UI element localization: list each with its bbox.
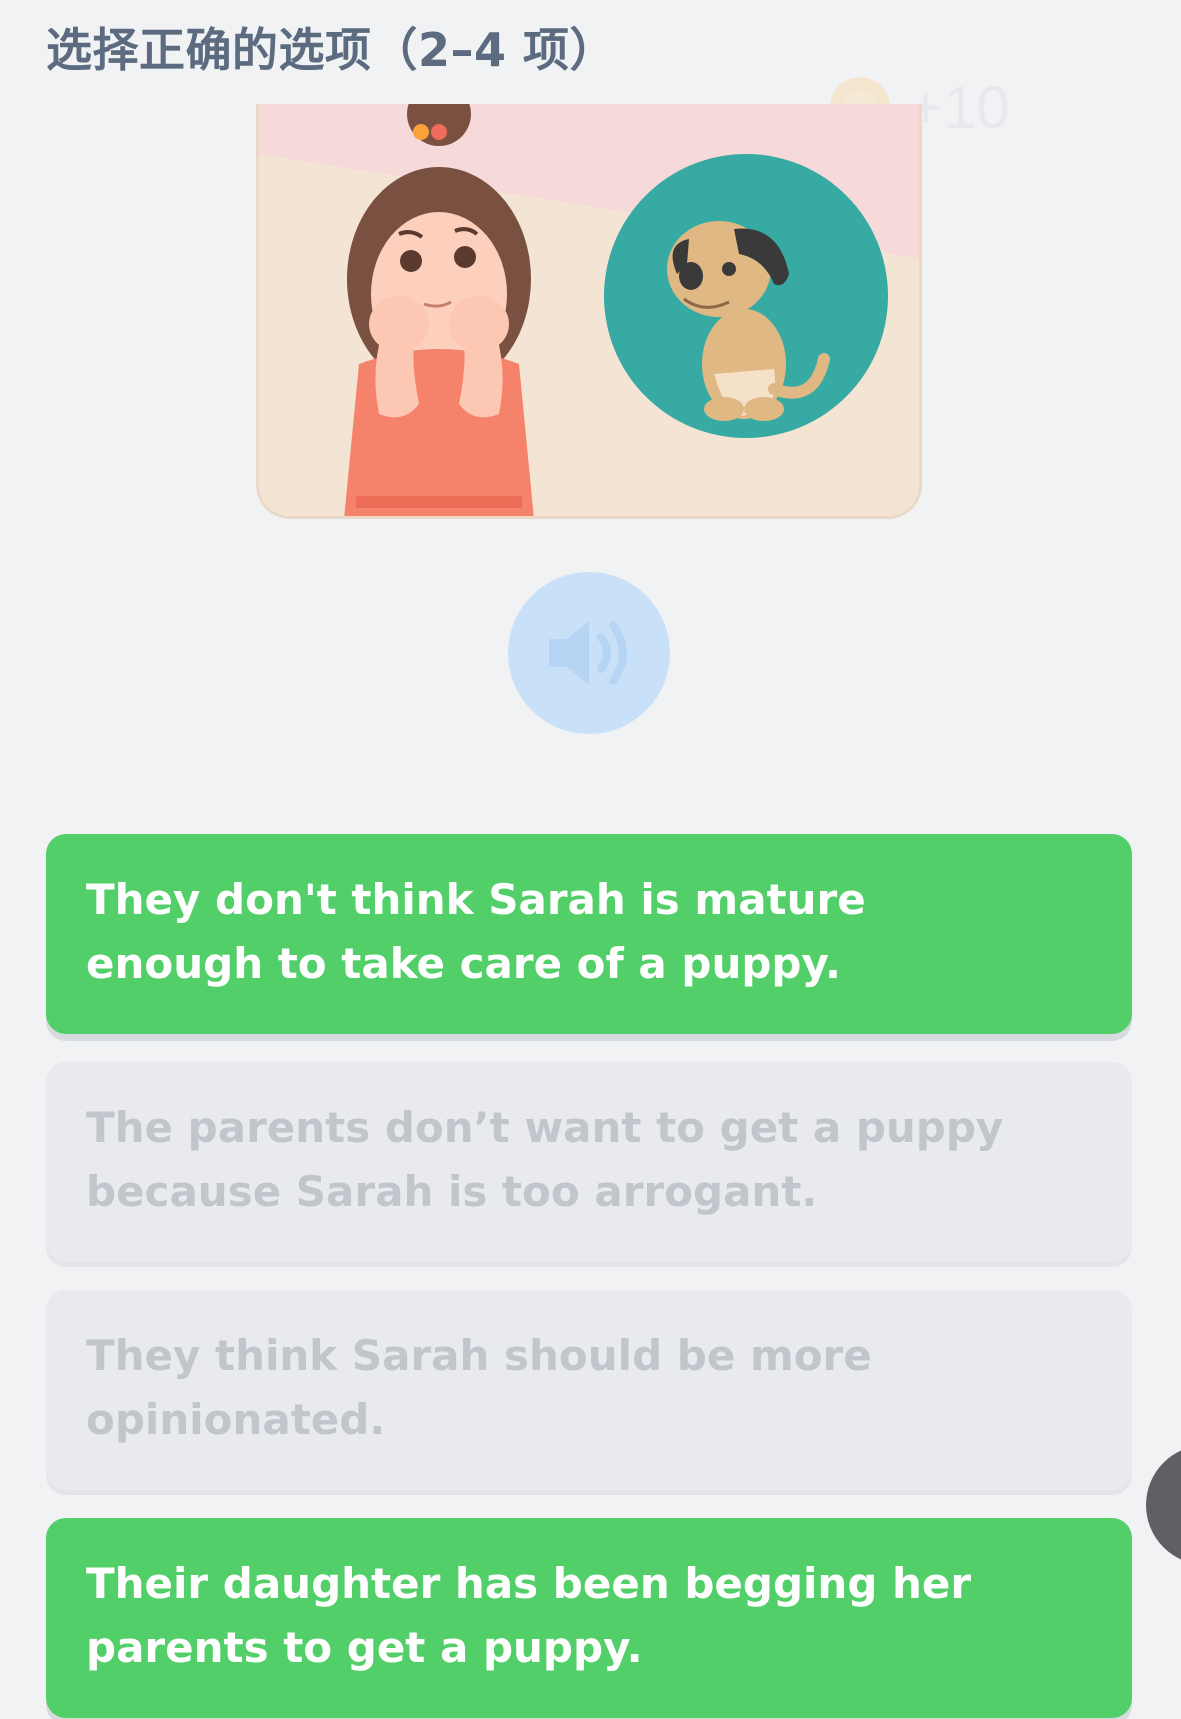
quiz-screen: 选择正确的选项（2–4 项） +10 They don't think Sara… <box>0 0 1181 1719</box>
answer-option-3[interactable]: They think Sarah should be more opiniona… <box>46 1290 1132 1490</box>
reward-points: +10 <box>908 73 1010 141</box>
play-audio-button[interactable] <box>508 572 670 734</box>
speaker-icon <box>549 621 627 685</box>
answer-option-text: They think Sarah should be more opiniona… <box>86 1331 872 1444</box>
answer-option-text: They don't think Sarah is mature enough … <box>86 875 866 988</box>
answer-option-text: Their daughter has been begging her pare… <box>86 1559 972 1672</box>
answer-option-1[interactable]: They don't think Sarah is mature enough … <box>46 834 1132 1034</box>
question-instruction: 选择正确的选项（2–4 项） <box>46 23 617 77</box>
answer-option-4[interactable]: Their daughter has been begging her pare… <box>46 1518 1132 1718</box>
answer-option-2[interactable]: The parents don’t want to get a puppy be… <box>46 1062 1132 1262</box>
girl-and-puppy-illustration <box>256 104 922 519</box>
side-drawer-handle[interactable] <box>1146 1445 1181 1565</box>
answer-option-text: The parents don’t want to get a puppy be… <box>86 1103 1004 1216</box>
